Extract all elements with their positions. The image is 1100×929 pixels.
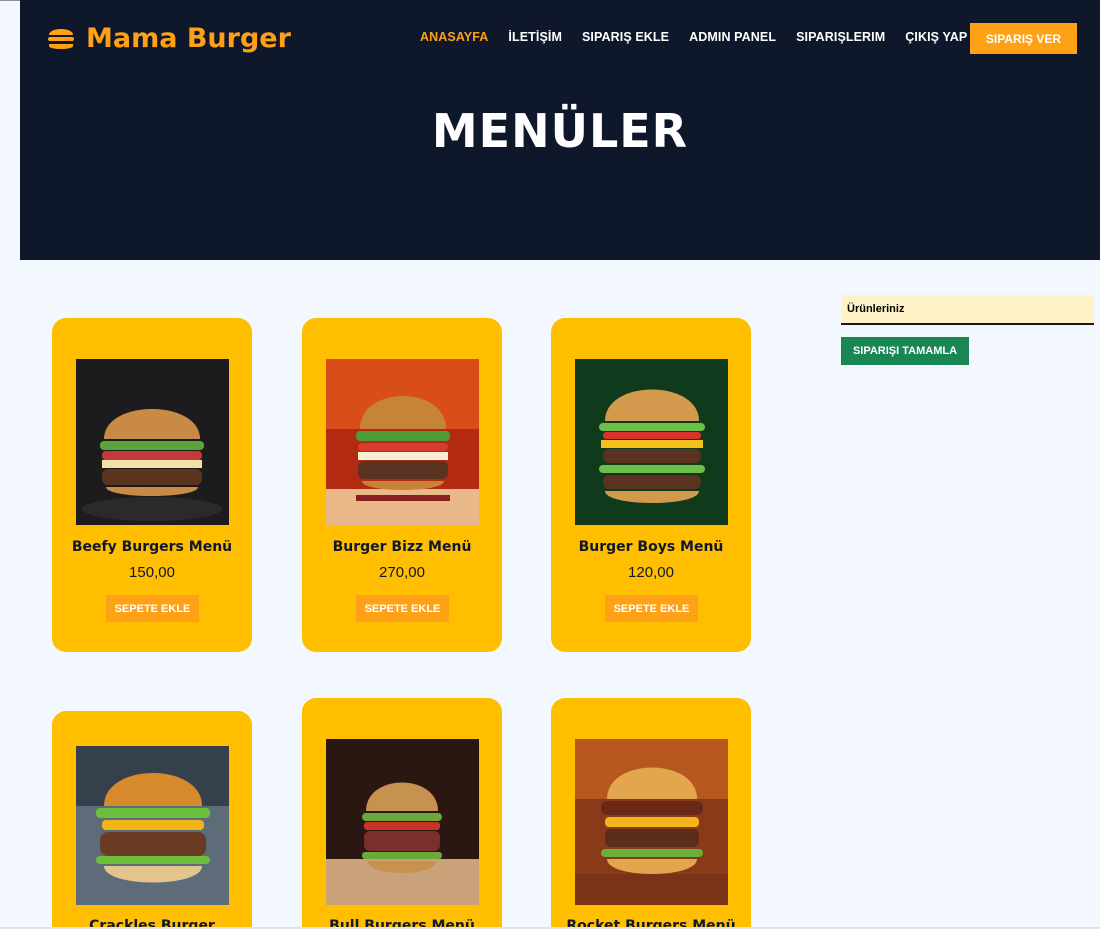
product-price: 270,00 bbox=[379, 564, 425, 581]
cart-title: Ürünleriniz bbox=[847, 303, 905, 315]
product-photo bbox=[326, 739, 479, 905]
product-photo bbox=[76, 359, 229, 525]
add-to-cart-button[interactable]: SEPETE EKLE bbox=[106, 595, 199, 622]
product-card: Bull Burgers Menü bbox=[302, 698, 502, 929]
brand-logo[interactable]: Mama Burger bbox=[46, 20, 291, 56]
add-to-cart-button[interactable]: SEPETE EKLE bbox=[356, 595, 449, 622]
product-name: Beefy Burgers Menü bbox=[71, 539, 233, 555]
page-title: MENÜLER bbox=[431, 104, 689, 158]
product-price: 120,00 bbox=[628, 564, 674, 581]
hamburger-icon bbox=[48, 29, 74, 49]
product-card: Crackles Burger bbox=[52, 711, 252, 929]
product-card: Rocket Burgers Menü bbox=[551, 698, 751, 929]
product-name: Burger Bizz Menü bbox=[332, 539, 472, 555]
cart-panel: Ürünleriniz bbox=[841, 295, 1094, 325]
burger-image bbox=[326, 359, 479, 525]
burger-image bbox=[76, 359, 229, 525]
nav-item-siparis-ekle[interactable]: SIPARIŞ EKLE bbox=[582, 30, 669, 44]
burger-image bbox=[76, 746, 229, 905]
main-nav: ANASAYFA İLETİŞİM SIPARIŞ EKLE ADMIN PAN… bbox=[420, 30, 987, 44]
product-card: Burger Bizz Menü 270,00 SEPETE EKLE bbox=[302, 318, 502, 652]
product-card: Burger Boys Menü 120,00 SEPETE EKLE bbox=[551, 318, 751, 652]
burger-image bbox=[575, 359, 728, 525]
brand-name: Mama Burger bbox=[86, 22, 291, 54]
nav-item-siparislerim[interactable]: SIPARIŞLERIM bbox=[796, 30, 885, 44]
product-photo bbox=[575, 359, 728, 525]
nav-item-admin-panel[interactable]: ADMIN PANEL bbox=[689, 30, 776, 44]
complete-order-button[interactable]: SIPARIŞI TAMAMLA bbox=[841, 337, 969, 365]
add-to-cart-button[interactable]: SEPETE EKLE bbox=[605, 595, 698, 622]
product-photo bbox=[326, 359, 479, 525]
nav-item-iletisim[interactable]: İLETİŞİM bbox=[508, 30, 562, 44]
burger-image bbox=[575, 739, 728, 905]
burger-image bbox=[326, 739, 479, 905]
nav-item-anasayfa[interactable]: ANASAYFA bbox=[420, 30, 488, 44]
product-photo bbox=[575, 739, 728, 905]
order-button[interactable]: SIPARIŞ VER bbox=[970, 23, 1077, 54]
product-name: Burger Boys Menü bbox=[578, 539, 724, 555]
product-card: Beefy Burgers Menü 150,00 SEPETE EKLE bbox=[52, 318, 252, 652]
nav-item-cikis-yap[interactable]: ÇIKIŞ YAP bbox=[905, 30, 967, 44]
product-photo bbox=[76, 746, 229, 905]
product-price: 150,00 bbox=[129, 564, 175, 581]
